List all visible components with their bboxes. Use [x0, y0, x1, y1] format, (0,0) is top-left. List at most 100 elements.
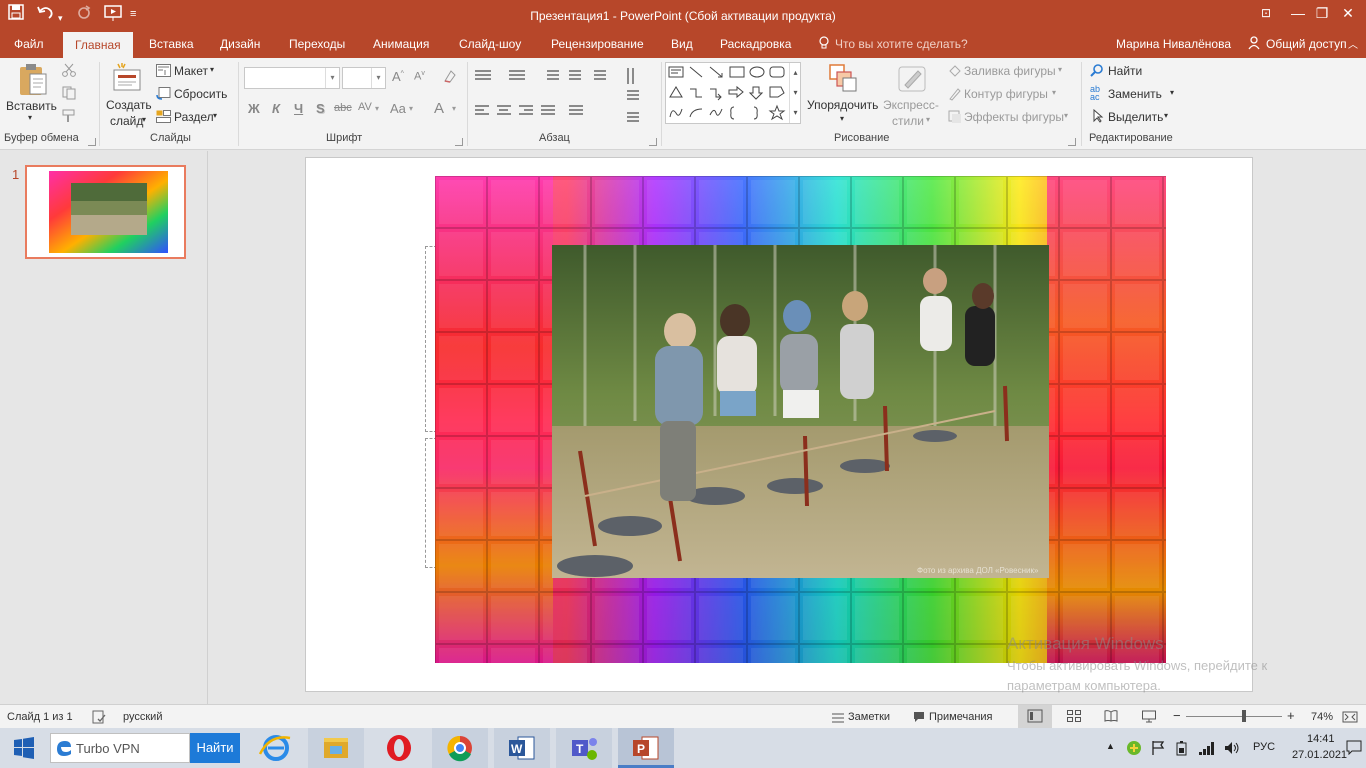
reading-view-icon[interactable] — [1104, 710, 1118, 725]
zoom-slider-thumb[interactable] — [1241, 710, 1246, 722]
paste-dropdown-icon[interactable]: ▾ — [28, 113, 32, 122]
font-color-button[interactable]: A — [434, 100, 444, 117]
teams-icon[interactable]: T — [556, 728, 612, 768]
file-explorer-icon[interactable] — [308, 728, 364, 768]
shapes-gallery[interactable]: ▴ ▾ ▾ — [665, 62, 801, 124]
comments-button[interactable]: Примечания — [929, 711, 993, 723]
taskbar-search-value[interactable]: Turbo VPN — [76, 741, 140, 756]
tab-file[interactable]: Файл — [14, 36, 44, 52]
shape-fill-dropdown-icon[interactable]: ▾ — [1058, 65, 1062, 74]
numbering-icon[interactable] — [509, 70, 525, 82]
replace-icon[interactable]: ab ac — [1090, 85, 1100, 102]
cut-icon[interactable] — [62, 63, 76, 80]
zoom-out-button[interactable]: − — [1173, 708, 1181, 723]
new-slide-label-2[interactable]: слайд — [110, 114, 143, 128]
font-launcher-icon[interactable] — [455, 138, 463, 146]
volume-icon[interactable] — [1223, 740, 1241, 759]
shape-fill-button[interactable]: Заливка фигуры — [964, 64, 1056, 78]
layout-dropdown-icon[interactable]: ▾ — [210, 65, 214, 74]
keyboard-language[interactable]: РУС — [1253, 741, 1275, 753]
taskbar-search-box[interactable]: Turbo VPN — [50, 733, 190, 763]
drawing-launcher-icon[interactable] — [1068, 138, 1076, 146]
select-button[interactable]: Выделить — [1108, 110, 1163, 124]
tab-home[interactable]: Главная — [63, 32, 133, 58]
rainbow-cubes-background[interactable]: Фото из архива ДОЛ «Ровесник» — [435, 176, 1166, 663]
battery-icon[interactable] — [1175, 740, 1191, 759]
fit-slide-icon[interactable] — [1342, 709, 1358, 728]
increase-indent-icon[interactable] — [569, 70, 581, 82]
notifications-icon[interactable] — [1346, 739, 1362, 758]
justify-icon[interactable] — [541, 105, 555, 117]
taskbar-search-button[interactable]: Найти — [190, 733, 240, 763]
user-name[interactable]: Марина Нивалёнова — [1116, 36, 1231, 52]
powerpoint-icon[interactable]: P — [618, 728, 674, 768]
arrange-button[interactable]: Упорядочить — [807, 98, 878, 112]
notes-button[interactable]: Заметки — [848, 711, 890, 723]
decrease-font-icon[interactable]: Av — [414, 70, 425, 83]
collapse-ribbon-icon[interactable]: ︿ — [1348, 38, 1358, 54]
show-hidden-icons[interactable]: ▲ — [1106, 741, 1115, 751]
align-right-icon[interactable] — [519, 105, 533, 117]
slide-canvas[interactable]: Фото из архива ДОЛ «Ровесник» — [305, 157, 1253, 692]
spacing-dropdown-icon[interactable]: ▾ — [375, 104, 379, 113]
case-dropdown-icon[interactable]: ▾ — [409, 104, 413, 113]
shape-fill-icon[interactable] — [948, 64, 962, 81]
paste-label[interactable]: Вставить — [6, 99, 57, 113]
find-icon[interactable] — [1090, 64, 1104, 81]
tab-view[interactable]: Вид — [671, 36, 693, 52]
smartart-icon[interactable] — [627, 112, 639, 124]
slide-sorter-icon[interactable] — [1067, 710, 1081, 725]
zoom-slider[interactable] — [1186, 716, 1282, 717]
windows-start-icon[interactable] — [0, 728, 48, 768]
text-direction-icon[interactable] — [627, 68, 639, 86]
quick-styles-dropdown-icon[interactable]: ▾ — [926, 115, 930, 124]
slide-thumbnail-1[interactable] — [25, 165, 186, 259]
reset-button[interactable]: Сбросить — [174, 87, 227, 101]
paragraph-launcher-icon[interactable] — [649, 138, 657, 146]
increase-font-icon[interactable]: A^ — [392, 69, 404, 84]
section-button[interactable]: Раздел — [174, 110, 214, 124]
internet-explorer-icon[interactable] — [248, 728, 304, 768]
quick-styles-icon[interactable] — [896, 63, 928, 98]
close-button[interactable]: ✕ — [1328, 2, 1366, 26]
format-painter-icon[interactable] — [62, 109, 78, 126]
arrange-icon[interactable] — [828, 63, 858, 96]
shape-effects-dropdown-icon[interactable]: ▾ — [1064, 111, 1068, 120]
underline-button[interactable]: Ч — [294, 101, 303, 116]
chrome-icon[interactable] — [432, 728, 488, 768]
shape-effects-icon[interactable] — [948, 110, 962, 127]
zoom-in-button[interactable]: + — [1287, 708, 1295, 723]
tab-storyboard[interactable]: Раскадровка — [720, 36, 791, 52]
paste-icon[interactable] — [17, 62, 49, 101]
tab-animations[interactable]: Анимация — [373, 36, 429, 52]
font-color-dropdown-icon[interactable]: ▾ — [452, 104, 456, 113]
font-size-combo[interactable]: ▾ — [342, 67, 386, 89]
normal-view-button[interactable] — [1018, 705, 1052, 728]
bullets-icon[interactable] — [475, 70, 491, 82]
align-center-icon[interactable] — [497, 105, 511, 117]
select-dropdown-icon[interactable]: ▾ — [1164, 111, 1168, 120]
tab-review[interactable]: Рецензирование — [551, 36, 644, 52]
shape-outline-dropdown-icon[interactable]: ▾ — [1052, 88, 1056, 97]
replace-dropdown-icon[interactable]: ▾ — [1170, 88, 1174, 97]
replace-button[interactable]: Заменить — [1108, 87, 1162, 101]
shape-outline-icon[interactable] — [948, 87, 962, 104]
align-text-icon[interactable] — [627, 90, 639, 102]
tab-design[interactable]: Дизайн — [220, 36, 260, 52]
clock-date[interactable]: 27.01.2021 — [1292, 749, 1347, 761]
change-case-button[interactable]: Aa — [390, 101, 406, 116]
find-button[interactable]: Найти — [1108, 64, 1142, 78]
new-slide-icon[interactable] — [112, 62, 144, 97]
notes-icon[interactable] — [832, 712, 844, 726]
layout-icon[interactable] — [156, 64, 171, 80]
character-spacing-button[interactable]: AV — [358, 101, 372, 113]
new-slide-dropdown-icon[interactable]: ▾ — [142, 115, 146, 124]
word-icon[interactable]: W — [494, 728, 550, 768]
select-icon[interactable] — [1092, 108, 1104, 126]
clear-formatting-icon[interactable] — [442, 68, 458, 87]
tab-insert[interactable]: Вставка — [149, 36, 194, 52]
wifi-icon[interactable] — [1198, 740, 1216, 759]
share-icon[interactable] — [1248, 36, 1262, 54]
shadow-button[interactable]: S — [316, 101, 325, 116]
opera-icon[interactable] — [371, 728, 427, 768]
